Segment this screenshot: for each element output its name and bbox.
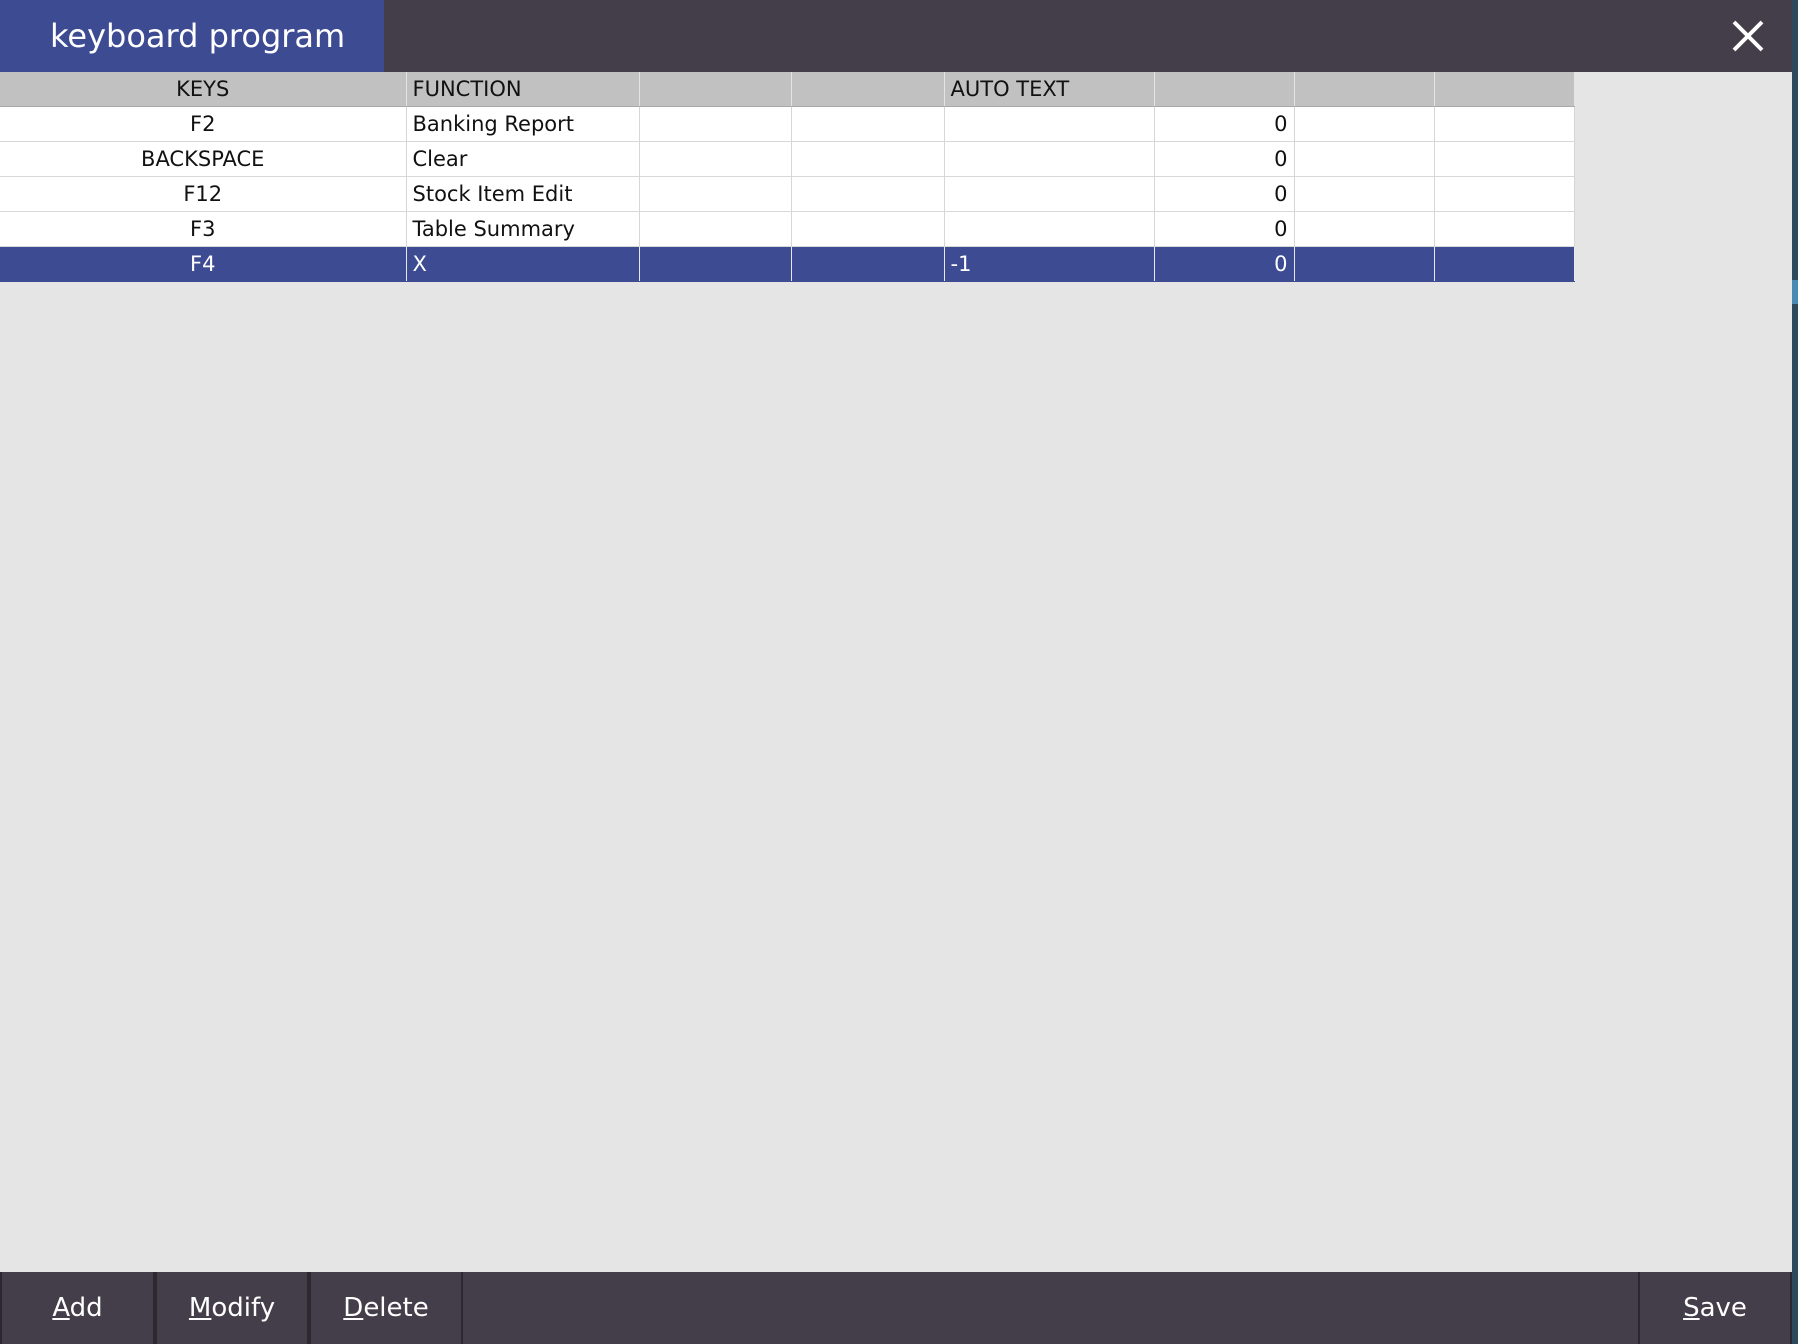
cell-col8 (1434, 211, 1575, 247)
cell-col3 (639, 176, 792, 212)
cell-col4 (791, 176, 945, 212)
cell-key: BACKSPACE (0, 141, 407, 177)
cell-key: F12 (0, 176, 407, 212)
cell-function: Clear (406, 141, 640, 177)
background-window-accent (1792, 280, 1798, 304)
column-header-function[interactable]: FUNCTION (406, 72, 640, 107)
delete-mnemonic: D (343, 1293, 364, 1323)
column-header-7[interactable] (1294, 72, 1435, 107)
bottom-button-bar: Add Modify Delete Save (0, 1272, 1792, 1344)
cell-col7 (1294, 141, 1435, 177)
table-row-selected[interactable]: F4 X -1 0 (0, 246, 1575, 282)
cell-function: Stock Item Edit (406, 176, 640, 212)
table-row[interactable]: F3 Table Summary 0 (0, 211, 1575, 247)
cell-key: F2 (0, 106, 407, 142)
cell-col4 (791, 211, 945, 247)
cell-auto-text (944, 141, 1155, 177)
cell-col8 (1434, 141, 1575, 177)
modify-mnemonic: M (188, 1293, 212, 1323)
table-row[interactable]: F12 Stock Item Edit 0 (0, 176, 1575, 212)
cell-col8 (1434, 106, 1575, 142)
cell-function: Banking Report (406, 106, 640, 142)
table-row[interactable]: F2 Banking Report 0 (0, 106, 1575, 142)
cell-col3 (639, 106, 792, 142)
cell-col3 (639, 246, 792, 282)
cell-col6: 0 (1154, 176, 1295, 212)
cell-col7 (1294, 176, 1435, 212)
delete-button[interactable]: Delete (309, 1272, 463, 1344)
modify-label: odify (211, 1293, 276, 1323)
cell-auto-text (944, 176, 1155, 212)
column-header-6[interactable] (1154, 72, 1295, 107)
window-title: keyboard program (0, 0, 384, 72)
cell-col4 (791, 106, 945, 142)
cell-col3 (639, 141, 792, 177)
cell-auto-text (944, 106, 1155, 142)
cell-function: X (406, 246, 640, 282)
cell-col7 (1294, 106, 1435, 142)
cell-key: F4 (0, 246, 407, 282)
add-mnemonic: A (52, 1293, 70, 1323)
cell-col8 (1434, 246, 1575, 282)
column-header-8[interactable] (1434, 72, 1575, 107)
cell-col7 (1294, 211, 1435, 247)
cell-col7 (1294, 246, 1435, 282)
save-label: ave (1699, 1293, 1747, 1323)
title-bar: keyboard program (0, 0, 1792, 72)
cell-col6: 0 (1154, 141, 1295, 177)
cell-auto-text: -1 (944, 246, 1155, 282)
close-icon (1732, 20, 1764, 52)
cell-key: F3 (0, 211, 407, 247)
cell-col3 (639, 211, 792, 247)
cell-col6: 0 (1154, 106, 1295, 142)
keyboard-program-table: KEYS FUNCTION AUTO TEXT F2 Banking Repor… (0, 72, 1575, 282)
save-button[interactable]: Save (1638, 1272, 1792, 1344)
cell-col8 (1434, 176, 1575, 212)
keyboard-program-window: keyboard program KEYS FUNCTION AUTO TEXT… (0, 0, 1792, 1344)
cell-col6: 0 (1154, 211, 1295, 247)
add-label: dd (69, 1293, 103, 1323)
table-row[interactable]: BACKSPACE Clear 0 (0, 141, 1575, 177)
cell-col4 (791, 141, 945, 177)
close-button[interactable] (1728, 16, 1768, 56)
column-header-keys[interactable]: KEYS (0, 72, 407, 107)
table-header-row: KEYS FUNCTION AUTO TEXT (0, 72, 1575, 107)
cell-auto-text (944, 211, 1155, 247)
modify-button[interactable]: Modify (155, 1272, 309, 1344)
cell-col6: 0 (1154, 246, 1295, 282)
column-header-auto-text[interactable]: AUTO TEXT (944, 72, 1155, 107)
cell-function: Table Summary (406, 211, 640, 247)
delete-label: elete (363, 1293, 429, 1323)
cell-col4 (791, 246, 945, 282)
background-window-edge (1792, 0, 1798, 1344)
save-mnemonic: S (1683, 1293, 1700, 1323)
add-button[interactable]: Add (0, 1272, 155, 1344)
column-header-3[interactable] (639, 72, 792, 107)
column-header-4[interactable] (791, 72, 945, 107)
